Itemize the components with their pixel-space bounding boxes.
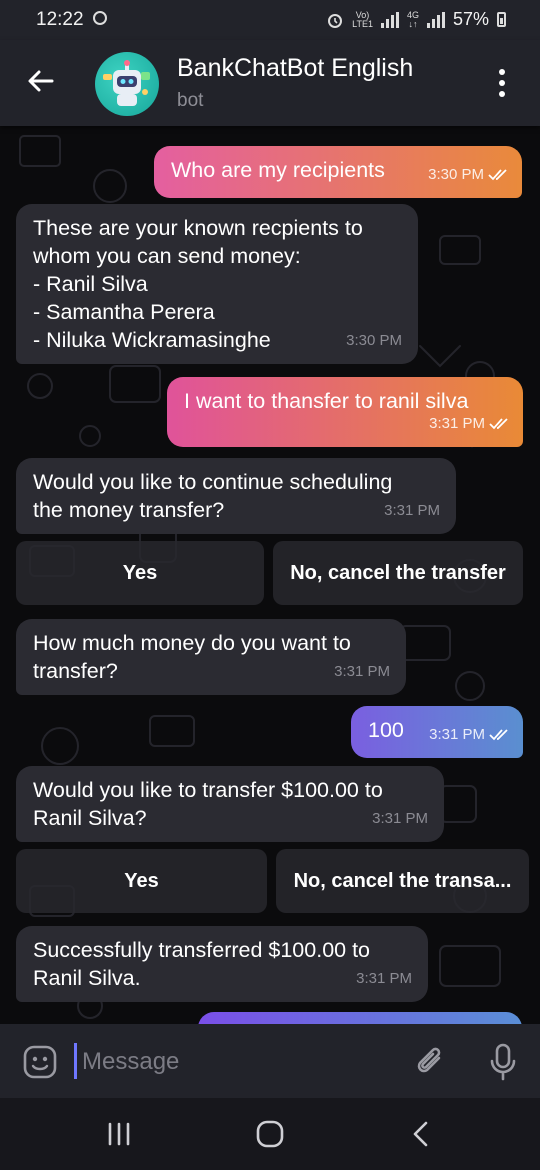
message-outgoing-partial[interactable] <box>198 1012 522 1024</box>
recents-icon[interactable] <box>106 1122 132 1146</box>
back-arrow-icon[interactable] <box>26 66 56 96</box>
emoji-sticker-icon[interactable] <box>22 1044 58 1080</box>
message-outgoing[interactable]: I want to thansfer to ranil silva 3:31 P… <box>167 377 523 447</box>
message-line: Successfully transferred $100.00 to <box>33 938 371 962</box>
inline-button-yes[interactable]: Yes <box>16 541 264 605</box>
message-time: 3:31 PM <box>429 410 511 438</box>
message-time: 3:31 PM <box>384 502 440 519</box>
message-line: Would you like to continue scheduling <box>33 470 393 494</box>
inline-button-cancel-transfer[interactable]: No, cancel the transfer <box>273 541 523 605</box>
message-time: 3:30 PM <box>346 332 402 349</box>
message-incoming[interactable]: These are your known recpients to whom y… <box>16 204 418 364</box>
message-incoming[interactable]: Would you like to transfer $100.00 to Ra… <box>16 766 444 842</box>
inline-button-yes[interactable]: Yes <box>16 849 267 913</box>
message-line: Ranil Silva? <box>33 806 147 830</box>
battery-percent: 57% <box>452 9 489 29</box>
message-line: whom you can send money: <box>33 244 301 268</box>
status-time: 12:22 <box>36 9 84 30</box>
message-incoming[interactable]: How much money do you want to transfer? … <box>16 619 406 695</box>
double-check-icon <box>488 169 507 181</box>
chat-title[interactable]: BankChatBot English <box>177 54 413 83</box>
nav-back-icon[interactable] <box>410 1120 432 1148</box>
chat-subtitle: bot <box>177 90 204 111</box>
attach-paperclip-icon[interactable] <box>413 1044 449 1080</box>
status-icons: Vo) LTE1 4G ↓↑ 57% <box>326 9 506 30</box>
alarm-icon <box>328 13 343 28</box>
message-time: 3:31 PM <box>372 810 428 827</box>
double-check-icon <box>489 418 508 430</box>
status-bar: 12:22 Vo) LTE1 4G ↓↑ 57% <box>0 0 540 40</box>
signal-strength-2-icon <box>426 11 445 28</box>
message-time: 3:30 PM <box>428 161 510 189</box>
message-line: These are your known recpients to <box>33 216 363 240</box>
system-nav-bar <box>0 1098 540 1170</box>
message-text: Who are my recipients <box>171 158 385 182</box>
message-time: 3:31 PM <box>334 663 390 680</box>
kebab-menu-icon[interactable] <box>496 68 508 98</box>
bot-avatar[interactable] <box>95 52 159 116</box>
message-outgoing[interactable]: Who are my recipients 3:30 PM <box>154 146 522 198</box>
inline-button-cancel-transfer[interactable]: No, cancel the transa... <box>276 849 529 913</box>
volte-indicator: Vo) LTE1 <box>352 9 373 29</box>
chat-header: BankChatBot English bot <box>0 40 540 126</box>
alarm-clock-icon <box>93 11 107 25</box>
message-line: - Samantha Perera <box>33 300 215 324</box>
message-line: How much money do you want to <box>33 631 351 655</box>
message-composer <box>0 1024 540 1098</box>
message-outgoing[interactable]: 100 3:31 PM <box>351 706 523 758</box>
signal-strength-1-icon <box>380 11 399 28</box>
message-text: 100 <box>368 718 404 742</box>
microphone-icon[interactable] <box>488 1042 518 1082</box>
robot-icon <box>103 60 150 106</box>
message-line: - Ranil Silva <box>33 272 148 296</box>
chat-history[interactable]: Who are my recipients 3:30 PM These are … <box>0 126 540 1024</box>
net-type-indicator: 4G ↓↑ <box>406 9 419 29</box>
home-icon[interactable] <box>256 1120 284 1148</box>
battery-icon <box>497 12 506 27</box>
text-cursor <box>74 1043 77 1079</box>
message-time: 3:31 PM <box>356 970 412 987</box>
double-check-icon <box>489 729 508 741</box>
message-input[interactable] <box>80 1042 384 1082</box>
message-incoming[interactable]: Successfully transferred $100.00 to Rani… <box>16 926 428 1002</box>
message-time: 3:31 PM <box>429 721 511 749</box>
message-incoming[interactable]: Would you like to continue scheduling th… <box>16 458 456 534</box>
message-line: Would you like to transfer $100.00 to <box>33 778 383 802</box>
message-line: the money transfer? <box>33 498 225 522</box>
